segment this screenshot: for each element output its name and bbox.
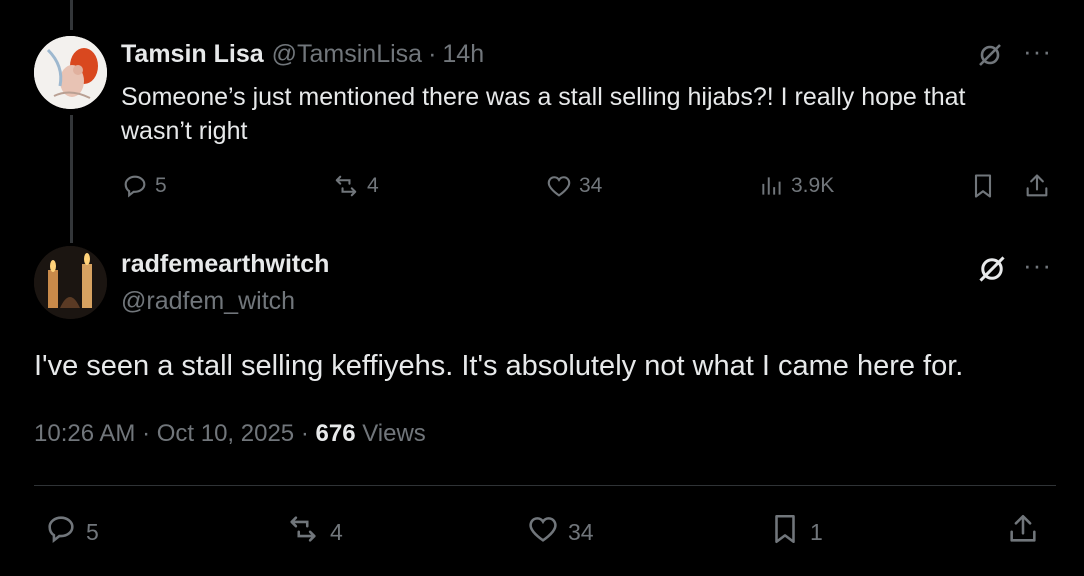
avatar[interactable] [34, 246, 107, 319]
handle[interactable]: @TamsinLisa [272, 40, 422, 69]
share-button[interactable] [1006, 512, 1040, 552]
repost-icon [331, 172, 361, 200]
timestamp[interactable]: 14h [442, 40, 484, 69]
more-icon[interactable]: ··· [1023, 252, 1052, 278]
separator: · [428, 40, 437, 68]
reply-count: 5 [86, 518, 99, 545]
grok-icon[interactable] [977, 42, 1003, 73]
share-icon [1023, 172, 1051, 200]
tweet-thread: Tamsin Lisa @TamsinLisa · 14h ··· Someon… [0, 0, 1084, 576]
display-name[interactable]: Tamsin Lisa [121, 40, 264, 69]
repost-count: 4 [330, 518, 343, 545]
repost-button[interactable]: 4 [331, 172, 379, 200]
bookmark-button[interactable] [969, 172, 997, 200]
reply-icon [121, 172, 149, 200]
bookmark-count: 1 [810, 518, 823, 545]
parent-tweet-header: Tamsin Lisa @TamsinLisa · 14h [121, 40, 484, 69]
tweet-timestamp[interactable]: 10:26 AM · Oct 10, 2025 [34, 420, 294, 447]
repost-count: 4 [367, 174, 379, 197]
thread-line [70, 115, 73, 243]
analytics-icon [759, 172, 785, 200]
reply-button[interactable]: 5 [44, 512, 99, 552]
tweet-text: I've seen a stall selling keffiyehs. It'… [34, 350, 964, 382]
reply-count: 5 [155, 174, 167, 197]
handle[interactable]: @radfem_witch [121, 287, 295, 316]
parent-tweet-actions: 5 4 34 3.9K [121, 168, 1061, 208]
views-label: Views [362, 420, 426, 447]
bookmark-icon [768, 512, 802, 552]
parent-tweet-text: Someone’s just mentioned there was a sta… [121, 83, 966, 145]
bookmark-icon [969, 172, 997, 200]
separator: · [300, 420, 309, 447]
like-count: 34 [568, 518, 594, 545]
divider [34, 485, 1056, 486]
share-icon [1006, 512, 1040, 552]
avatar[interactable] [34, 36, 107, 109]
display-name[interactable]: radfemearthwitch [121, 250, 329, 279]
like-button[interactable]: 34 [526, 512, 594, 552]
like-count: 34 [579, 174, 603, 197]
thread-line [70, 0, 73, 30]
repost-icon [284, 512, 322, 552]
heart-icon [526, 512, 560, 552]
like-button[interactable]: 34 [545, 172, 602, 200]
reply-icon [44, 512, 78, 552]
grok-icon[interactable] [977, 254, 1007, 289]
reply-button[interactable]: 5 [121, 172, 167, 200]
view-count: 3.9K [791, 174, 835, 197]
views-button[interactable]: 3.9K [759, 172, 834, 200]
bookmark-button[interactable]: 1 [768, 512, 823, 552]
more-icon[interactable]: ··· [1023, 38, 1052, 64]
share-button[interactable] [1023, 172, 1051, 200]
tweet-actions: 5 4 34 1 [34, 506, 1056, 554]
view-count: 676 [315, 420, 356, 447]
tweet-meta: 10:26 AM · Oct 10, 2025 · 676 Views [34, 420, 426, 448]
heart-icon [545, 172, 573, 200]
repost-button[interactable]: 4 [284, 512, 343, 552]
